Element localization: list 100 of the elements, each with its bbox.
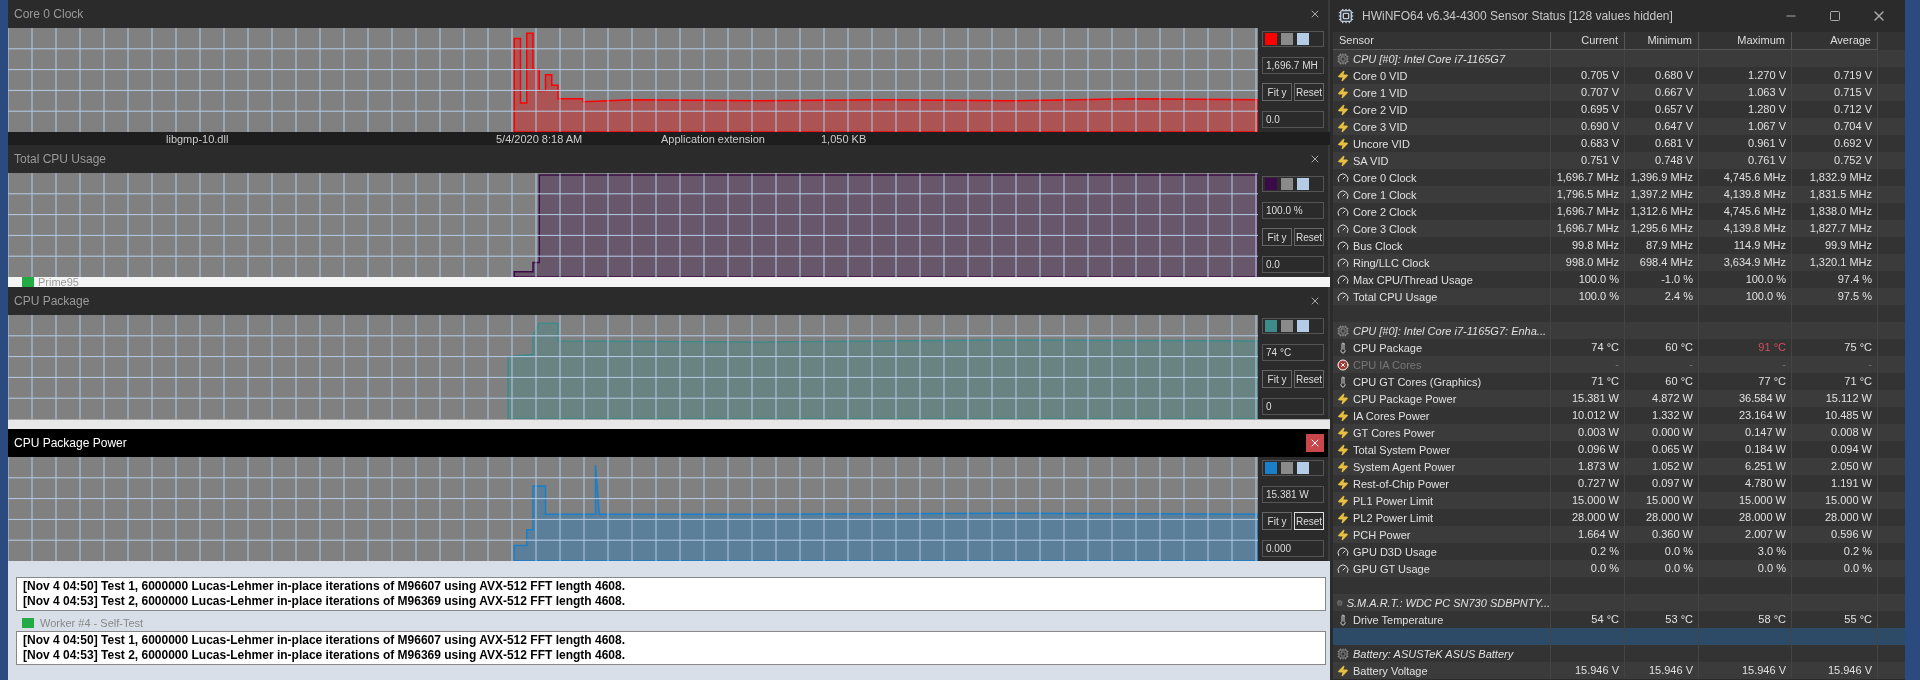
sensor-label: CPU Package [1353,341,1423,354]
lightning-icon [1337,154,1349,167]
sensor-label: PL1 Power Limit [1353,494,1434,507]
table-cell: 15.946 V [1551,662,1625,679]
minimum-value-field: 0.0 [1262,255,1324,273]
color-swatch[interactable] [1281,178,1293,190]
lightning-icon [1337,86,1349,99]
lightning-icon [1337,392,1349,405]
lightning-icon [1337,511,1349,524]
color-swatch[interactable] [1297,178,1309,190]
sensor-label: Core 1 VID [1353,86,1408,99]
current-value-field: 1,696.7 MH [1262,56,1324,74]
graph-button[interactable]: Reset [1294,512,1324,531]
sensor-label: Max CPU/Thread Usage [1353,273,1473,286]
color-swatch[interactable] [1281,33,1293,45]
window-title: CPU Package Power [14,436,127,450]
lightning-icon [1337,528,1349,541]
lightning-icon [1337,664,1349,677]
maximize-icon[interactable] [1829,10,1841,22]
window-title: Total CPU Usage [14,152,107,166]
color-swatch[interactable] [1265,178,1277,190]
current-value-field: 100.0 % [1262,201,1324,219]
sensor-label: Total System Power [1353,443,1451,456]
window-title: HWiNFO64 v6.34-4300 Sensor Status [128 values hidden] [1362,9,1674,23]
graph-button[interactable]: Reset [1294,370,1324,389]
log-line: [Nov 4 04:50] Test 1, 6000000 Lucas-Lehmer in-place iterations of M96607 using AVX-512 FFT length 4608. [23,633,626,648]
color-swatch[interactable] [1265,462,1277,474]
error-icon [1337,358,1349,371]
gauge-icon [1337,545,1349,558]
file-size: 1,050 KB [821,132,868,145]
lightning-icon [1337,443,1349,456]
graph-button[interactable]: Reset [1294,83,1324,102]
gauge-icon [1337,188,1349,201]
gauge-icon [1337,171,1349,184]
sensor-label: Core 3 VID [1353,120,1408,133]
lightning-icon [1337,69,1349,82]
thermometer-icon [1337,341,1349,354]
sensor-label: Total CPU Usage [1353,290,1438,303]
chip-icon [1337,52,1349,65]
sensor-label: PCH Power [1353,528,1411,541]
app-icon [22,618,34,628]
file-type: Application extension [661,132,766,145]
graph-button[interactable]: Fit y [1262,512,1292,531]
sensor-label: IA Cores Power [1353,409,1430,422]
lightning-icon [1337,409,1349,422]
color-swatch[interactable] [1281,320,1293,332]
table-cell: 15.946 V [1699,662,1792,679]
gauge-icon [1337,239,1349,252]
window-title: Core 0 Clock [14,7,84,21]
sensor-group-label: CPU [#0]: Intel Core i7-1165G7 [1353,52,1506,65]
table-cell: 15.946 V [1625,662,1699,679]
color-picker[interactable] [1262,176,1324,192]
graph-button[interactable]: Fit y [1262,83,1292,102]
sensor-label: CPU IA Cores [1353,358,1422,371]
color-swatch[interactable] [1281,462,1293,474]
minimum-value-field: 0 [1262,397,1324,415]
color-picker[interactable] [1262,318,1324,334]
sensor-label: Bus Clock [1353,239,1403,252]
sensor-label: Rest-of-Chip Power [1353,477,1449,490]
color-swatch[interactable] [1265,33,1277,45]
gauge-icon [1337,222,1349,235]
color-picker[interactable] [1262,31,1324,47]
current-value-field: 74 °C [1262,343,1324,361]
thermometer-icon [1337,613,1349,626]
sensor-group-label: CPU [#0]: Intel Core i7-1165G7: Enha... [1353,324,1546,337]
lightning-icon [1337,426,1349,439]
sensor-label: Battery Voltage [1353,664,1428,677]
log-line: [Nov 4 04:50] Test 1, 6000000 Lucas-Lehmer in-place iterations of M96607 using AVX-512 FFT length 4608. [23,579,626,594]
thermometer-icon [1337,375,1349,388]
color-swatch[interactable] [1297,320,1309,332]
lightning-icon [1337,120,1349,133]
file-name: libgmp-10.dll [166,132,230,145]
sensor-label: Core 2 Clock [1353,205,1417,218]
app-icon [1338,8,1354,24]
color-swatch[interactable] [1265,320,1277,332]
log-line: [Nov 4 04:53] Test 2, 6000000 Lucas-Lehmer in-place iterations of M96369 using AVX-512 FFT length 4608. [23,648,626,663]
minimum-value-field: 0.000 [1262,539,1324,557]
graph-button[interactable]: Fit y [1262,228,1292,247]
color-picker[interactable] [1262,460,1324,476]
sensor-label: Ring/LLC Clock [1353,256,1430,269]
window-title: CPU Package [14,294,90,308]
app-icon [22,277,34,287]
sensor-label: Core 0 Clock [1353,171,1417,184]
sensor-group-label: Battery: ASUSTeK ASUS Battery [1353,647,1514,660]
color-swatch[interactable] [1297,462,1309,474]
sensor-label: Drive Temperature [1353,613,1444,626]
graph-button[interactable]: Fit y [1262,370,1292,389]
gauge-icon [1337,562,1349,575]
graph-button[interactable]: Reset [1294,228,1324,247]
sensor-label: Uncore VID [1353,137,1410,150]
lightning-icon [1337,494,1349,507]
sensor-label: SA VID [1353,154,1389,167]
sensor-group-label: S.M.A.R.T.: WDC PC SN730 SDBPNTY... [1346,596,1550,609]
sensor-label: PL2 Power Limit [1353,511,1434,524]
current-value-field: 15.381 W [1262,485,1324,503]
sensor-label: Core 1 Clock [1353,188,1417,201]
file-date: 5/4/2020 8:18 AM [496,132,584,145]
color-swatch[interactable] [1297,33,1309,45]
gauge-icon [1337,273,1349,286]
gauge-icon [1337,256,1349,269]
